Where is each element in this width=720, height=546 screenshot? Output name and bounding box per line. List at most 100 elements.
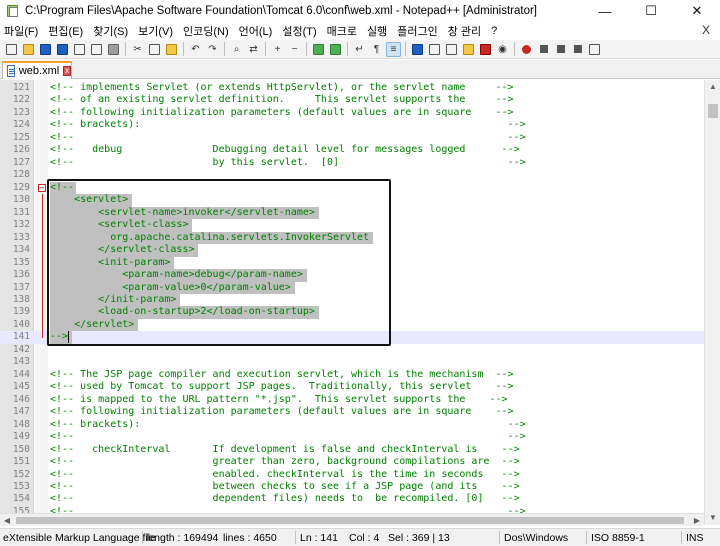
status-encoding[interactable]: ISO 8859-1 [591, 532, 645, 544]
code-line[interactable]: 133 org.apache.catalina.servlets.Invoker… [0, 231, 704, 245]
document-map-icon[interactable] [427, 42, 442, 57]
code-line[interactable]: 129 <!-- − [0, 181, 704, 195]
tab-close-icon[interactable]: x [63, 66, 71, 76]
code-line[interactable]: 147 <!-- following initialization paramet… [0, 406, 704, 418]
vertical-scroll-thumb[interactable] [708, 104, 718, 118]
word-wrap-icon[interactable]: ↵ [352, 42, 367, 57]
minimize-button[interactable]: — [582, 0, 628, 22]
code-line[interactable]: 138 </init-param> [0, 293, 704, 307]
code-line[interactable]: 148 <!-- brackets): --> [0, 419, 704, 431]
code-line[interactable]: 140 </servlet> [0, 318, 704, 332]
zoom-out-icon[interactable]: − [287, 42, 302, 57]
save-all-icon[interactable] [55, 42, 70, 57]
code-line[interactable]: 127 <!-- by this servlet. [0] --> [0, 157, 704, 169]
code-line[interactable]: 124 <!-- brackets): --> [0, 119, 704, 131]
tab-web-xml[interactable]: web.xml x [2, 61, 72, 79]
code-line[interactable]: 136 <param-name>debug</param-name> [0, 269, 704, 282]
code-line[interactable]: 128 [0, 169, 704, 181]
menu-view[interactable]: 보기(V) [134, 23, 179, 39]
sync-horizontal-icon[interactable] [328, 42, 343, 57]
close-file-icon[interactable] [72, 42, 87, 57]
open-file-icon[interactable] [21, 42, 36, 57]
scroll-left-arrow[interactable]: ◀ [0, 514, 14, 527]
code-line[interactable]: 122 <!-- of an existing servlet definitio… [0, 94, 704, 106]
cut-icon[interactable]: ✂ [130, 42, 145, 57]
indent-guide-icon[interactable]: ≡ [386, 41, 401, 57]
code-line[interactable]: 134 </servlet-class> [0, 244, 704, 257]
code-line[interactable]: 126 <!-- debug Debugging detail level for… [0, 144, 704, 156]
copy-icon[interactable] [147, 42, 162, 57]
paste-icon[interactable] [164, 42, 179, 57]
record-macro-icon[interactable] [519, 42, 534, 57]
menu-edit[interactable]: 편집(E) [44, 23, 89, 39]
code-line[interactable]: 151 <!-- greater than zero, background co… [0, 456, 704, 468]
scroll-right-arrow[interactable]: ▶ [690, 514, 704, 527]
maximize-button[interactable]: ☐ [628, 0, 674, 22]
zoom-in-icon[interactable]: + [270, 42, 285, 57]
horizontal-scrollbar[interactable]: ◀ ▶ [0, 513, 704, 526]
code-line[interactable]: 143 [0, 356, 704, 368]
find-icon[interactable]: ⌕ [229, 42, 244, 57]
save-icon[interactable] [38, 42, 53, 57]
menu-plugins[interactable]: 플러그인 [393, 23, 443, 39]
scroll-up-arrow[interactable]: ▲ [705, 80, 720, 94]
play-macro-multiple-icon[interactable] [570, 42, 585, 57]
code-line[interactable]: 142 [0, 344, 704, 356]
menu-file[interactable]: 파일(F) [0, 23, 44, 39]
code-line[interactable]: 135 <init-param> [0, 256, 704, 270]
menu-language[interactable]: 언어(L) [235, 23, 279, 39]
code-line[interactable]: 139 <load-on-startup>2</load-on-startup> [0, 306, 704, 319]
close-all-icon[interactable] [89, 42, 104, 57]
code-line[interactable]: 153 <!-- between checks to see if a JSP p… [0, 481, 704, 493]
close-button[interactable]: ✕ [674, 0, 720, 22]
code-line[interactable]: 125 <!-- --> [0, 132, 704, 144]
vertical-scrollbar[interactable]: ▲ ▼ [704, 80, 720, 525]
redo-icon[interactable]: ↷ [205, 42, 220, 57]
scroll-down-arrow[interactable]: ▼ [705, 511, 720, 525]
line-number: 148 [12, 418, 30, 430]
menu-encoding[interactable]: 인코딩(N) [179, 23, 235, 39]
code-line[interactable]: 146 <!-- is mapped to the URL pattern "*.… [0, 394, 704, 406]
menu-window[interactable]: 창 관리 [444, 23, 487, 39]
status-eol[interactable]: Dos\Windows [504, 532, 568, 544]
code-line[interactable]: 132 <servlet-class> [0, 219, 704, 232]
code-line[interactable]: 121 <!-- implements Servlet (or extends H… [0, 82, 704, 94]
new-file-icon[interactable] [4, 42, 19, 57]
editor[interactable]: 121 <!-- implements Servlet (or extends H… [0, 80, 704, 525]
function-list-icon[interactable] [444, 42, 459, 57]
show-all-characters-icon[interactable]: ¶ [369, 42, 384, 57]
stop-macro-icon[interactable] [536, 42, 551, 57]
view-icon[interactable]: ◉ [495, 42, 510, 57]
code-line[interactable]: 149 <!-- --> [0, 431, 704, 443]
menu-run[interactable]: 실행 [363, 23, 393, 39]
sync-vertical-icon[interactable] [311, 42, 326, 57]
code-lines[interactable]: 121 <!-- implements Servlet (or extends H… [0, 82, 704, 518]
code-line[interactable]: 144 <!-- The JSP page compiler and execut… [0, 369, 704, 381]
monitoring-icon[interactable] [478, 42, 493, 57]
code-line[interactable]: 130 <servlet> [0, 194, 704, 207]
menu-help[interactable]: ? [487, 25, 503, 37]
folder-workspace-icon[interactable] [461, 42, 476, 57]
code-line[interactable]: 137 <param-value>0</param-value> [0, 281, 704, 294]
status-lines: lines : 4650 [223, 532, 277, 544]
menu-macro[interactable]: 매크로 [323, 23, 363, 39]
code-line[interactable]: 141 --> [0, 331, 704, 344]
menu-search[interactable]: 찾기(S) [89, 23, 134, 39]
undo-icon[interactable]: ↶ [188, 42, 203, 57]
fold-collapse-icon[interactable]: − [38, 183, 46, 192]
line-number: 122 [12, 94, 30, 106]
play-macro-icon[interactable] [553, 42, 568, 57]
code-line[interactable]: 123 <!-- following initialization paramet… [0, 107, 704, 119]
language-icon[interactable] [410, 42, 425, 57]
code-line[interactable]: 145 <!-- used by Tomcat to support JSP pa… [0, 381, 704, 393]
code-line[interactable]: 150 <!-- checkInterval If development is … [0, 444, 704, 456]
code-line[interactable]: 131 <servlet-name>invoker</servlet-name> [0, 206, 704, 220]
horizontal-scroll-thumb[interactable] [16, 517, 684, 524]
menu-settings[interactable]: 설정(T) [278, 23, 322, 39]
close-document-button[interactable]: X [702, 23, 710, 37]
save-macro-icon[interactable] [587, 42, 602, 57]
print-icon[interactable] [106, 42, 121, 57]
code-line[interactable]: 154 <!-- dependent files) needs to be rec… [0, 493, 704, 505]
replace-icon[interactable]: ⇄ [246, 42, 261, 57]
code-line[interactable]: 152 <!-- enabled. checkInterval is the ti… [0, 469, 704, 481]
